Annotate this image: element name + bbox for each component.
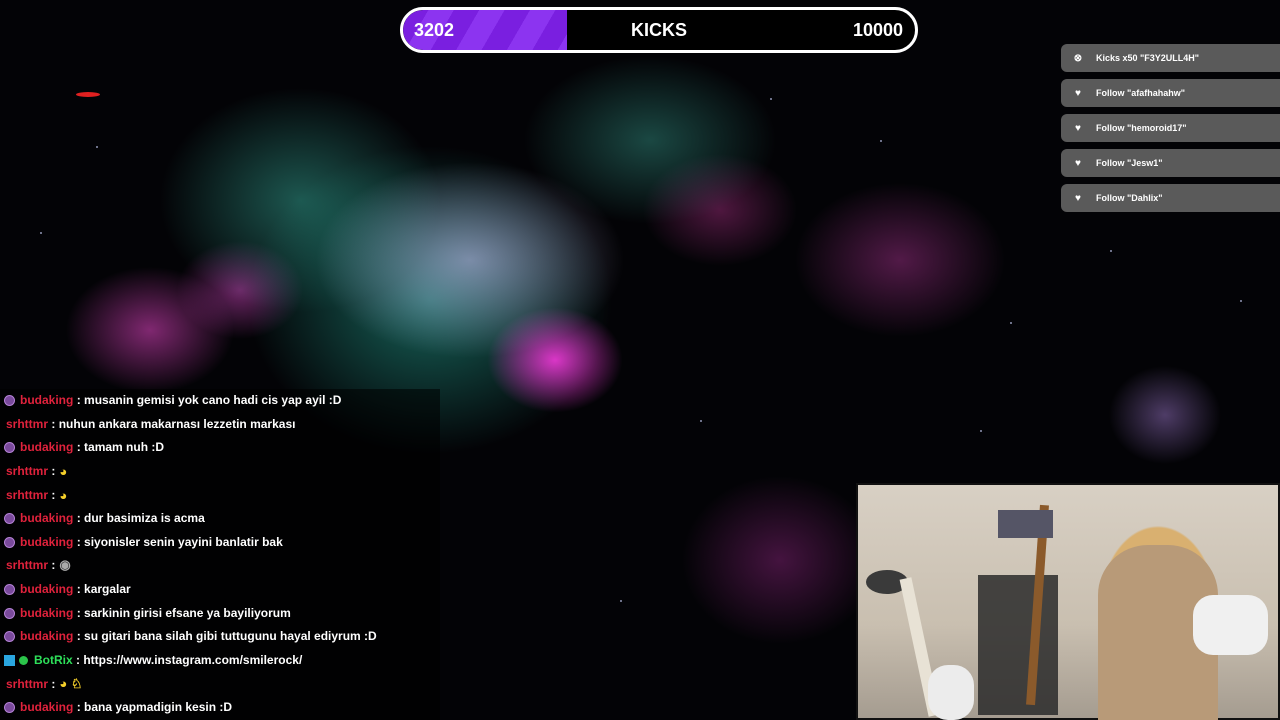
heart-icon: ♥ (1075, 157, 1081, 169)
alert-text: Follow "hemoroid17" (1096, 123, 1187, 133)
star (1010, 322, 1012, 324)
chat-text: : https://www.instagram.com/smilerock/ (76, 653, 303, 667)
subscriber-badge-icon (4, 630, 15, 642)
star (700, 420, 702, 422)
chat-text: : (51, 677, 56, 691)
chat-text: : su gitari bana silah gibi tuttugunu ha… (76, 629, 377, 643)
emote-icon: ◕ ♘ (59, 676, 83, 691)
chat-username: budaking (20, 535, 74, 549)
chat-text: : musanin gemisi yok cano hadi cis yap a… (76, 393, 342, 407)
chat-username: budaking (20, 582, 74, 596)
chat-text: : (51, 488, 56, 502)
chat-username: budaking (20, 700, 74, 714)
chat-text: : bana yapmadigin kesin :D (76, 700, 233, 714)
red-glint (76, 92, 100, 97)
chat-message: budaking : siyonisler senin yayini banla… (0, 531, 440, 553)
star (770, 98, 772, 100)
emote-icon: ◉ (59, 557, 71, 572)
goal-label: KICKS (630, 20, 687, 40)
subscriber-badge-icon (4, 394, 15, 406)
chat-message: srhttmr : ◉ (0, 554, 440, 576)
chat-message: srhttmr : ◕ (0, 460, 440, 482)
heart-icon: ♥ (1075, 122, 1081, 134)
chat-username: budaking (20, 629, 74, 643)
star (96, 146, 98, 148)
chat-text: : (51, 558, 56, 572)
bot-badge-icon (4, 654, 15, 666)
chat-message: budaking : dur basimiza is acma (0, 507, 440, 529)
alert-text: Follow "Jesw1" (1096, 158, 1163, 168)
chat-text: : nuhun ankara makarnası lezzetin markas… (51, 417, 296, 431)
star (1240, 300, 1242, 302)
star (620, 600, 622, 602)
chat-username: budaking (20, 606, 74, 620)
chat-message: budaking : kargalar (0, 578, 440, 600)
chat-message: budaking : su gitari bana silah gibi tut… (0, 625, 440, 647)
heart-icon: ♥ (1075, 192, 1081, 204)
chat-message: srhttmr : nuhun ankara makarnası lezzeti… (0, 413, 440, 435)
subscriber-badge-icon (4, 512, 15, 524)
chat-overlay: budaking : musanin gemisi yok cano hadi … (0, 389, 440, 720)
alert-item: ♥ Follow "afafhahahw" (1061, 79, 1280, 107)
chat-username: srhttmr (6, 677, 49, 691)
chat-message: srhttmr : ◕ (0, 484, 440, 506)
chat-message: BotRix : https://www.instagram.com/smile… (0, 649, 440, 671)
kick-icon: ⊗ (1073, 52, 1083, 64)
alert-item: ♥ Follow "Jesw1" (1061, 149, 1280, 177)
chat-username: srhttmr (6, 417, 49, 431)
camera-mount (1193, 595, 1268, 655)
chat-text: : kargalar (76, 582, 131, 596)
chat-text: : dur basimiza is acma (76, 511, 205, 525)
emote-icon: ◕ (59, 487, 68, 503)
chat-message: budaking : musanin gemisi yok cano hadi … (0, 389, 440, 411)
goal-current: 3202 (414, 20, 455, 40)
chat-message: budaking : bana yapmadigin kesin :D (0, 696, 440, 718)
alert-item: ⊗ Kicks x50 "F3Y2ULL4H" (1061, 44, 1280, 72)
subscriber-badge-icon (4, 607, 15, 619)
subscriber-badge-icon (4, 536, 15, 548)
subscriber-badge-icon (4, 583, 15, 595)
chat-username: budaking (20, 511, 74, 525)
emote-icon: ◕ (59, 463, 68, 479)
chat-username: budaking (20, 393, 74, 407)
star (880, 140, 882, 142)
chat-message: budaking : sarkinin girisi efsane ya bay… (0, 602, 440, 624)
heart-icon: ♥ (1075, 87, 1081, 99)
webcam-feed (856, 483, 1280, 720)
subscriber-badge-icon (4, 441, 15, 453)
alert-feed: ⊗ Kicks x50 "F3Y2ULL4H" ♥ Follow "afafha… (1061, 44, 1280, 219)
chat-text: : (51, 464, 56, 478)
wall-poster (998, 510, 1053, 538)
alert-item: ♥ Follow "Dahlix" (1061, 184, 1280, 212)
alert-text: Kicks x50 "F3Y2ULL4H" (1096, 53, 1200, 63)
stream-canvas: KICKS 3202 10000 ⊗ Kicks x50 "F3Y2ULL4H"… (0, 0, 1280, 720)
alert-item: ♥ Follow "hemoroid17" (1061, 114, 1280, 142)
alert-text: Follow "afafhahahw" (1096, 88, 1186, 98)
subscriber-badge-icon (4, 701, 15, 713)
chat-username: BotRix (34, 653, 73, 667)
chat-username: srhttmr (6, 558, 49, 572)
chat-text: : tamam nuh :D (76, 440, 165, 454)
chat-username: srhttmr (6, 488, 49, 502)
kicks-goal-bar: KICKS 3202 10000 (400, 7, 918, 53)
chat-text: : sarkinin girisi efsane ya bayiliyorum (76, 606, 291, 620)
star (980, 430, 982, 432)
chat-username: budaking (20, 440, 74, 454)
chat-message: budaking : tamam nuh :D (0, 436, 440, 458)
star (1110, 250, 1112, 252)
chat-message: srhttmr : ◕ ♘ (0, 673, 440, 695)
verified-badge-icon (19, 655, 28, 665)
star (40, 232, 42, 234)
guitar-body (928, 665, 974, 720)
chat-username: srhttmr (6, 464, 49, 478)
drum-kit (978, 575, 1058, 715)
chat-text: : siyonisler senin yayini banlatir bak (76, 535, 283, 549)
alert-text: Follow "Dahlix" (1096, 193, 1163, 203)
goal-target: 10000 (852, 20, 903, 40)
